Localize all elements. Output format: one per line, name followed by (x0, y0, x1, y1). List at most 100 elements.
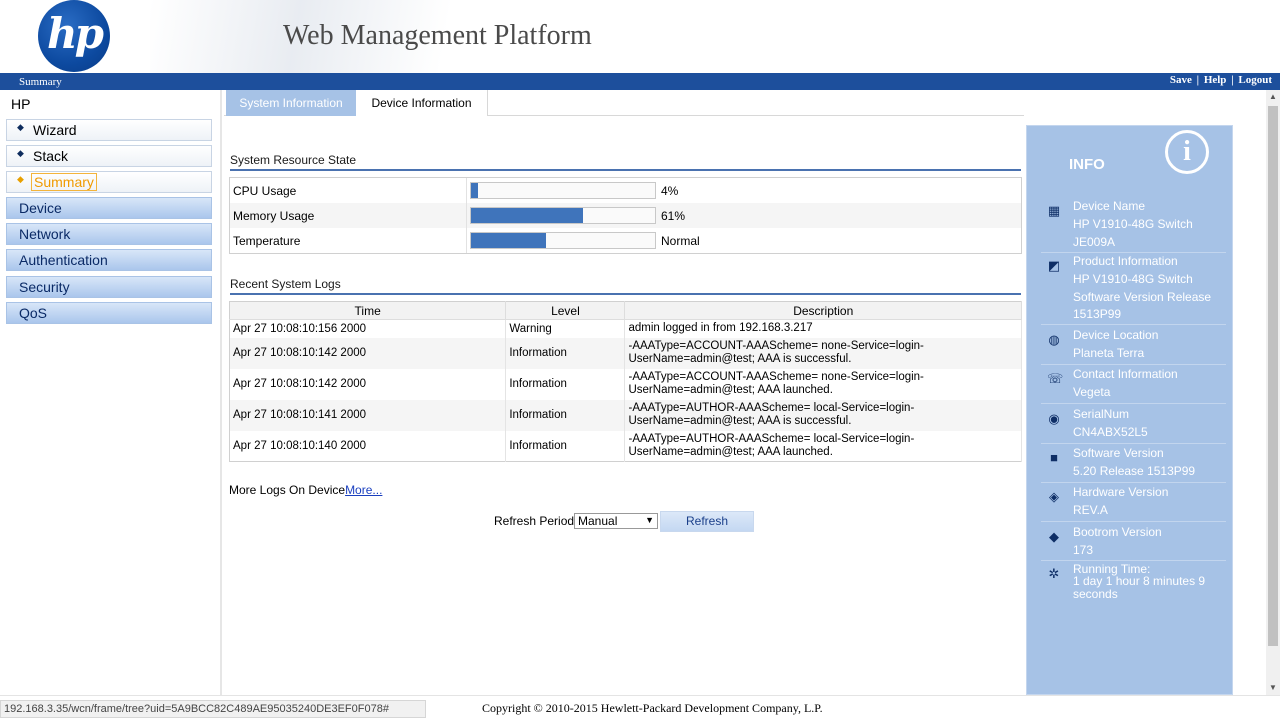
log-time: Apr 27 10:08:10:142 2000 (229, 368, 507, 400)
log-description: -AAAType=ACCOUNT-AAAScheme= none-Service… (624, 337, 1022, 369)
bootrom-icon: ◆ (1049, 529, 1059, 544)
log-description-line: UserName=admin@test; AAA launched. (628, 384, 833, 396)
sidebar-group-network[interactable]: Network (6, 223, 212, 245)
info-divider (1041, 364, 1226, 365)
info-value-line: Planeta Terra (1073, 346, 1145, 360)
log-description-line: -AAAType=AUTHOR-AAAScheme= local-Service… (628, 402, 915, 414)
sidebar-group-security[interactable]: Security (6, 276, 212, 298)
info-divider (1041, 521, 1226, 522)
sidebar-group-authentication[interactable]: Authentication (6, 249, 212, 271)
info-name: Product Information (1073, 254, 1178, 268)
sidebar-item-stack[interactable]: ◆ Stack (6, 145, 212, 167)
contact-icon: ☏ (1047, 371, 1064, 386)
top-bar: Summary Save | Help | Logout (0, 73, 1280, 90)
refresh-period-value: Manual (578, 514, 618, 528)
sidebar-item-wizard[interactable]: ◆ Wizard (6, 119, 212, 141)
log-table: Time Level Description Apr 27 10:08:10:1… (229, 301, 1022, 462)
sidebar-group-label: Device (19, 200, 62, 216)
sidebar-item-summary[interactable]: ◆ Summary (6, 171, 212, 193)
log-description-line: -AAAType=ACCOUNT-AAAScheme= none-Service… (628, 340, 924, 352)
log-level: Information (505, 399, 626, 431)
app-title: Web Management Platform (283, 20, 592, 51)
link-separator: | (1231, 74, 1234, 86)
log-level: Information (505, 368, 626, 400)
resource-row-cpu: CPU Usage 4% (230, 178, 1021, 203)
sidebar-root[interactable]: HP (11, 96, 30, 112)
section-divider (230, 169, 1021, 171)
refresh-period-select[interactable]: Manual ▼ (574, 513, 658, 529)
scroll-thumb[interactable] (1268, 106, 1278, 646)
tab-system-information[interactable]: System Information (226, 90, 356, 116)
switch-icon: ▦ (1047, 203, 1061, 218)
resource-table: CPU Usage 4% Memory Usage 61% Temperatur… (229, 177, 1022, 254)
tab-bar: System Information Device Information (224, 90, 1024, 116)
info-panel: INFO i ▦ Device Name HP V1910-48G Switch… (1026, 125, 1233, 695)
log-time: Apr 27 10:08:10:142 2000 (229, 337, 507, 369)
copyright-text: Copyright © 2010-2015 Hewlett-Packard De… (482, 701, 823, 715)
hp-logo[interactable]: hp (38, 0, 110, 72)
refresh-period-label: Refresh Period (494, 514, 575, 528)
scroll-down-icon[interactable]: ▼ (1266, 681, 1280, 695)
info-divider (1041, 403, 1226, 404)
main-content: System Information Device Information Sy… (224, 90, 1266, 695)
info-name: Device Location (1073, 328, 1159, 342)
scroll-up-icon[interactable]: ▲ (1266, 90, 1280, 104)
sidebar-group-label: QoS (19, 305, 48, 321)
section-divider (230, 293, 1021, 295)
more-logs-prefix: More Logs On Device (229, 483, 346, 497)
info-value-line: 173 (1073, 543, 1094, 557)
info-name: Software Version (1073, 446, 1164, 460)
hp-logo-text: hp (47, 8, 104, 58)
save-link[interactable]: Save (1170, 74, 1192, 86)
vertical-scrollbar[interactable]: ▲ ▼ (1266, 90, 1280, 695)
sidebar-item-label: Wizard (33, 122, 77, 138)
product-icon: ◩ (1047, 258, 1061, 273)
log-description: -AAAType=ACCOUNT-AAAScheme= none-Service… (624, 368, 1022, 400)
more-logs-link[interactable]: More... (345, 483, 382, 497)
bar-fill (471, 183, 479, 198)
info-value: REV.A (1073, 502, 1223, 520)
help-link[interactable]: Help (1204, 74, 1227, 86)
log-description-line: -AAAType=ACCOUNT-AAAScheme= none-Service… (628, 371, 924, 383)
sidebar-group-label: Network (19, 226, 71, 242)
logs-section-title: Recent System Logs (230, 277, 341, 291)
sidebar-group-device[interactable]: Device (6, 197, 212, 219)
info-value-line: HP V1910-48G Switch (1073, 272, 1193, 286)
resource-value: Normal (661, 234, 700, 248)
info-divider (1041, 482, 1226, 483)
resource-section-title: System Resource State (230, 153, 357, 167)
info-name: Contact Information (1073, 367, 1178, 381)
link-separator: | (1196, 74, 1200, 86)
info-title: INFO (1069, 156, 1105, 173)
resource-value: 4% (661, 184, 679, 198)
tab-device-information[interactable]: Device Information (356, 90, 488, 116)
more-logs: More Logs On DeviceMore... (229, 483, 382, 497)
refresh-button[interactable]: Refresh (660, 511, 754, 532)
table-row: Apr 27 10:08:10:142 2000 Information -AA… (229, 368, 1022, 400)
info-value-line: CN4ABX52L5 (1073, 425, 1148, 439)
info-value-line: 1513P99 (1073, 307, 1122, 321)
info-value-line: HP V1910-48G Switch (1073, 217, 1193, 231)
info-value: 173 (1073, 542, 1223, 560)
sidebar-group-qos[interactable]: QoS (6, 302, 212, 324)
log-time: Apr 27 10:08:10:140 2000 (229, 430, 507, 462)
resource-row-memory: Memory Usage 61% (230, 203, 1021, 228)
info-value: Vegeta (1073, 384, 1223, 402)
log-time: Apr 27 10:08:10:156 2000 (229, 319, 507, 338)
log-description-line: UserName=admin@test; AAA is successful. (628, 415, 852, 427)
bar-fill (471, 233, 547, 248)
info-icon: i (1165, 130, 1209, 174)
log-description-line: -AAAType=AUTHOR-AAAScheme= local-Service… (628, 432, 915, 445)
resource-label: Memory Usage (233, 209, 315, 223)
info-value-line: seconds (1073, 587, 1118, 601)
log-description: -AAAType=AUTHOR-AAAScheme= local-Service… (624, 430, 1022, 462)
sidebar: HP ◆ Wizard ◆ Stack ◆ Summary Device Net… (0, 90, 222, 695)
column-divider (466, 178, 467, 253)
info-value: HP V1910-48G Switch Software Version Rele… (1073, 271, 1223, 324)
logout-link[interactable]: Logout (1238, 74, 1272, 86)
info-value-line: REV.A (1073, 503, 1108, 517)
info-divider (1041, 324, 1226, 325)
resource-label: Temperature (233, 234, 301, 248)
table-row: Apr 27 10:08:10:142 2000 Information -AA… (229, 337, 1022, 369)
diamond-bullet-icon: ◆ (17, 174, 24, 184)
